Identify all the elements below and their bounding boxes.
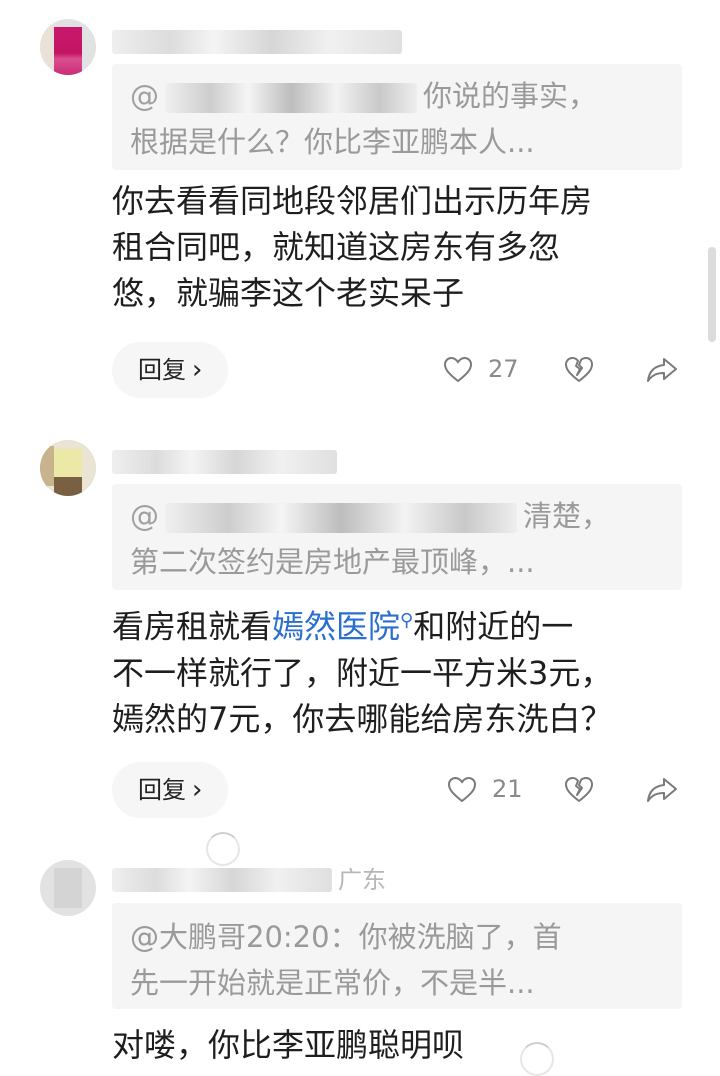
- quote-text-line2: 先一开始就是正常价，不是半...: [130, 966, 535, 1000]
- comment-body-line: 不一样就行了，附近一平方米3元，: [112, 653, 613, 692]
- quote-mention-prefix: @: [130, 499, 159, 533]
- share-arrow-icon[interactable]: [645, 775, 679, 805]
- comment-body: 你去看看同地段邻居们出示历年房 租合同吧，就知道这房东有多忽 悠，就骗李这个老实…: [112, 178, 672, 316]
- username-blurred[interactable]: [112, 868, 332, 892]
- reply-button[interactable]: 回复 ›: [112, 762, 229, 818]
- comment-body-line: 你去看看同地段邻居们出示历年房: [112, 182, 593, 220]
- comment-body-text: 和附近的一: [413, 607, 574, 646]
- heart-icon[interactable]: [443, 355, 473, 385]
- username-blurred[interactable]: [112, 30, 402, 54]
- reply-label: 回复: [138, 776, 186, 804]
- hashtag-link[interactable]: 嫣然医院: [272, 608, 400, 646]
- comment-actions: 回复 › 27: [0, 342, 720, 398]
- comment-body-line: 租合同吧，就知道这房东有多忽: [112, 228, 561, 266]
- comment-body-text: 看房租就看: [112, 607, 273, 646]
- comment-body-line: 对喽，你比李亚鹏聪明呗: [112, 1026, 465, 1064]
- chevron-right-icon: ›: [192, 775, 203, 805]
- comment-actions: 回复 › 21: [0, 762, 720, 818]
- broken-heart-icon[interactable]: [563, 355, 595, 385]
- comment-body-line: 嫣然的7元，你去哪能给房东洗白？: [112, 699, 613, 738]
- user-location: 广东: [338, 866, 386, 894]
- user-avatar[interactable]: [40, 860, 96, 916]
- quote-text-line1: 清楚，: [523, 499, 611, 533]
- comment-body-line: 悠，就骗李这个老实呆子: [112, 274, 465, 312]
- search-icon[interactable]: ⚲: [400, 610, 413, 631]
- comment-body: 对喽，你比李亚鹏聪明呗: [112, 1022, 672, 1068]
- quoted-username-blurred: [165, 503, 517, 533]
- user-avatar[interactable]: [40, 440, 96, 496]
- reply-label: 回复: [138, 356, 186, 384]
- heart-icon[interactable]: [447, 775, 477, 805]
- quote-text-line1: 你说的事实，: [423, 79, 598, 113]
- quote-text-line2: 第二次签约是房地产最顶峰，...: [130, 545, 535, 579]
- like-count: 27: [488, 355, 519, 383]
- chevron-right-icon: ›: [192, 355, 203, 385]
- quoted-reply[interactable]: @ 清楚， 第二次签约是房地产最顶峰，...: [112, 484, 682, 590]
- loading-spinner: [206, 832, 240, 866]
- broken-heart-icon[interactable]: [563, 775, 595, 805]
- quote-mention-prefix: @: [130, 79, 159, 113]
- loading-spinner: [520, 1042, 554, 1076]
- share-arrow-icon[interactable]: [645, 355, 679, 385]
- quoted-reply[interactable]: @ 你说的事实， 根据是什么？你比李亚鹏本人...: [112, 64, 682, 170]
- scrollbar[interactable]: [708, 247, 716, 342]
- username-blurred[interactable]: [112, 450, 337, 474]
- quoted-reply[interactable]: @大鹏哥20:20：你被洗脑了，首 先一开始就是正常价，不是半...: [112, 903, 682, 1009]
- quote-text-line1: @大鹏哥20:20：你被洗脑了，首: [130, 920, 562, 954]
- like-count: 21: [492, 775, 523, 803]
- comment-body: 看房租就看嫣然医院⚲和附近的一 不一样就行了，附近一平方米3元， 嫣然的7元，你…: [112, 598, 672, 742]
- user-avatar[interactable]: [40, 19, 96, 75]
- reply-button[interactable]: 回复 ›: [112, 342, 229, 398]
- quoted-username-blurred: [165, 83, 417, 113]
- quote-text-line2: 根据是什么？你比李亚鹏本人...: [130, 125, 535, 159]
